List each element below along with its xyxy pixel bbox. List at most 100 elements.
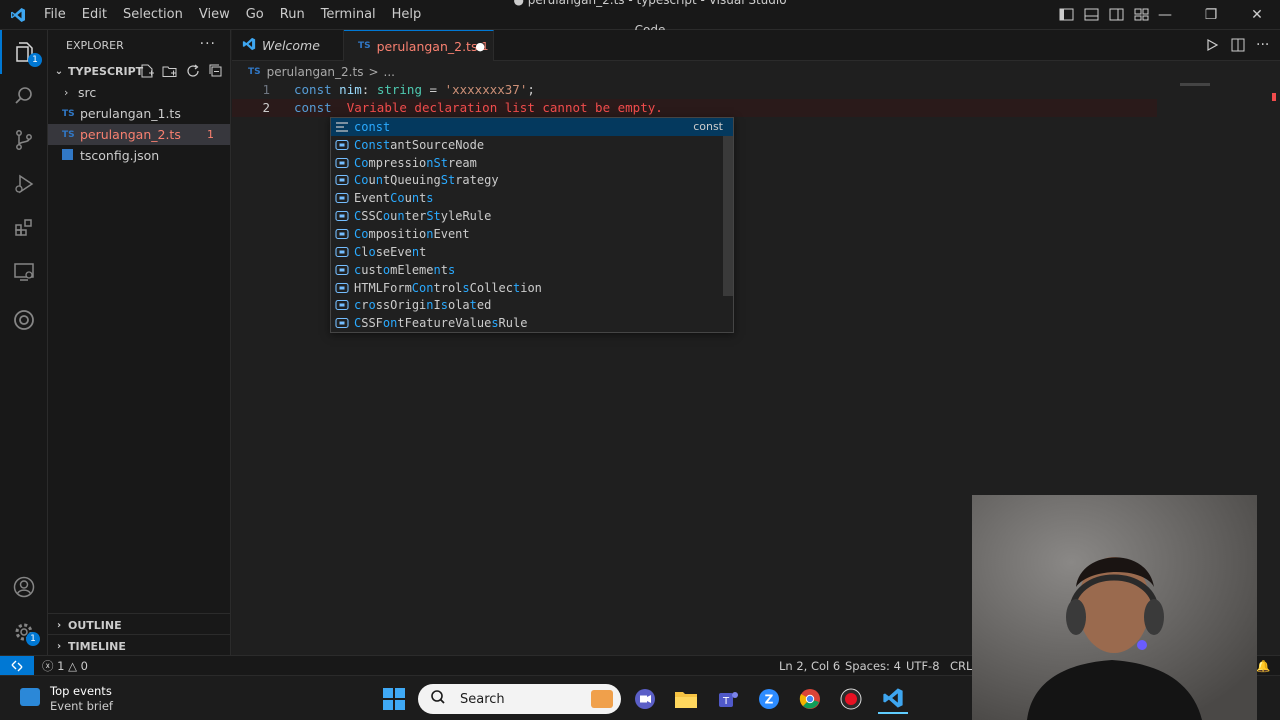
toggle-panel-icon[interactable] (1083, 6, 1100, 23)
typescript-file-icon: TS (248, 67, 261, 77)
suggestion-item[interactable]: CompressionStream (331, 154, 733, 172)
suggestion-item[interactable]: crossOriginIsolated (331, 296, 733, 314)
activity-bar: 1 1 (0, 30, 48, 655)
variable-icon (334, 263, 350, 277)
menu-edit[interactable]: Edit (74, 0, 115, 30)
suggestion-label: CompressionStream (354, 155, 477, 170)
new-folder-icon[interactable] (162, 63, 178, 79)
menu-selection[interactable]: Selection (115, 0, 191, 30)
variable-icon (334, 245, 350, 259)
variable-icon (334, 209, 350, 223)
tree-folder-src[interactable]: › src (48, 82, 230, 103)
workspace-section-header[interactable]: ⌄ TYPESCRIPT (48, 60, 230, 82)
error-icon: ⓧ (42, 659, 54, 673)
cursor-position[interactable]: Ln 2, Col 6 (779, 656, 840, 676)
file-explorer-icon[interactable] (671, 684, 701, 714)
encoding[interactable]: UTF-8 (906, 656, 940, 676)
toggle-secondary-sidebar-icon[interactable] (1108, 6, 1125, 23)
breadcrumb-file[interactable]: perulangan_2.ts (267, 65, 364, 79)
warning-count: 0 (80, 659, 88, 673)
chevron-right-icon: › (56, 640, 62, 652)
search-icon[interactable] (0, 74, 48, 118)
editor-tabs: Welcome TS perulangan_2.ts 1 ● (232, 30, 1280, 61)
tab-label: perulangan_2.ts (376, 38, 478, 54)
code-line-1: 1 const nim: string = 'xxxxxxx37'; (232, 81, 1162, 99)
settings-gear-icon[interactable]: 1 (0, 610, 48, 654)
variable-icon (334, 156, 350, 170)
modified-dot-icon[interactable]: ● (475, 40, 485, 53)
new-file-icon[interactable] (139, 63, 155, 79)
start-button-windows-icon[interactable] (379, 684, 409, 714)
type-name: string (376, 82, 422, 97)
suggestion-item[interactable]: CloseEvent (331, 243, 733, 261)
suggestion-label: ConstantSourceNode (354, 137, 485, 152)
problems-indicator[interactable]: ⓧ 1 △ 0 (42, 656, 88, 676)
chrome-icon[interactable] (795, 684, 825, 714)
restore-icon[interactable]: ❐ (1188, 0, 1234, 30)
vscode-taskbar-icon[interactable] (878, 684, 908, 714)
extensions-icon[interactable] (0, 206, 48, 250)
suggestion-detail: const (693, 120, 723, 134)
teams-icon[interactable]: T (713, 684, 743, 714)
explorer-icon[interactable]: 1 (0, 30, 48, 74)
suggestion-item[interactable]: CountQueuingStrategy (331, 172, 733, 190)
split-editor-icon[interactable] (1230, 36, 1246, 54)
remote-indicator-icon[interactable] (0, 656, 34, 676)
run-file-icon[interactable] (1204, 36, 1220, 54)
suggestion-item[interactable]: CSSCounterStyleRule (331, 207, 733, 225)
meet-camera-icon[interactable] (630, 684, 660, 714)
svg-text:T: T (722, 696, 730, 707)
variable-icon (334, 173, 350, 187)
suggestion-item[interactable]: ConstantSourceNode (331, 136, 733, 154)
suggestion-item[interactable]: EventCounts (331, 189, 733, 207)
tab-welcome[interactable]: Welcome (232, 30, 344, 61)
error-count: 1 (57, 659, 65, 673)
close-icon[interactable]: ✕ (1234, 0, 1280, 30)
menu-run[interactable]: Run (272, 0, 313, 30)
line-number: 1 (262, 82, 270, 97)
variable-icon (334, 281, 350, 295)
timeline-section-header[interactable]: › TIMELINE (48, 635, 231, 657)
suggestion-item[interactable]: CompositionEvent (331, 225, 733, 243)
screen-recorder-icon[interactable] (836, 684, 866, 714)
menu-view[interactable]: View (191, 0, 238, 30)
webcam-overlay (972, 495, 1257, 720)
refresh-icon[interactable] (185, 63, 201, 79)
run-debug-icon[interactable] (0, 162, 48, 206)
outline-section-header[interactable]: › OUTLINE (48, 614, 231, 636)
extension-circle-icon[interactable] (0, 298, 48, 342)
workspace-name: TYPESCRIPT (68, 64, 144, 78)
source-control-icon[interactable] (0, 118, 48, 162)
search-icon (430, 689, 446, 709)
accounts-icon[interactable] (0, 565, 48, 609)
variable-icon (334, 316, 350, 330)
more-actions-icon[interactable]: ··· (200, 36, 216, 52)
breadcrumb-symbols[interactable]: ... (384, 65, 395, 79)
taskbar-search-input[interactable]: Search (418, 684, 621, 714)
tree-file-perulangan-2[interactable]: TS perulangan_2.ts 1 (48, 124, 230, 145)
menu-go[interactable]: Go (238, 0, 272, 30)
menu-terminal[interactable]: Terminal (313, 0, 384, 30)
toggle-primary-sidebar-icon[interactable] (1058, 6, 1075, 23)
keyword: const (294, 82, 332, 97)
indentation[interactable]: Spaces: 4 (845, 656, 901, 676)
tree-file-perulangan-1[interactable]: TS perulangan_1.ts (48, 103, 230, 124)
suggestion-item[interactable]: customElements (331, 261, 733, 279)
menu-file[interactable]: File (36, 0, 74, 30)
collapse-all-icon[interactable] (208, 63, 224, 79)
notifications-icon[interactable]: 🔔 (1256, 656, 1270, 676)
suggestion-item[interactable]: const const (331, 118, 733, 136)
minimize-icon[interactable]: — (1142, 0, 1188, 30)
tab-perulangan-2[interactable]: TS perulangan_2.ts 1 ● (344, 30, 494, 61)
menu-help[interactable]: Help (384, 0, 430, 30)
zoom-icon[interactable]: Z (754, 684, 784, 714)
more-actions-icon[interactable]: ··· (1256, 36, 1272, 54)
suggestion-item[interactable]: HTMLFormControlsCollection (331, 279, 733, 297)
sidebar-title: EXPLORER (66, 38, 124, 52)
tree-file-tsconfig[interactable]: tsconfig.json (48, 145, 230, 166)
remote-explorer-icon[interactable] (0, 250, 48, 294)
suggestion-item[interactable]: CSSFontFeatureValuesRule (331, 314, 733, 332)
minimap[interactable] (1180, 83, 1210, 86)
keyword: const (294, 100, 332, 115)
explorer-badge: 1 (28, 53, 42, 67)
